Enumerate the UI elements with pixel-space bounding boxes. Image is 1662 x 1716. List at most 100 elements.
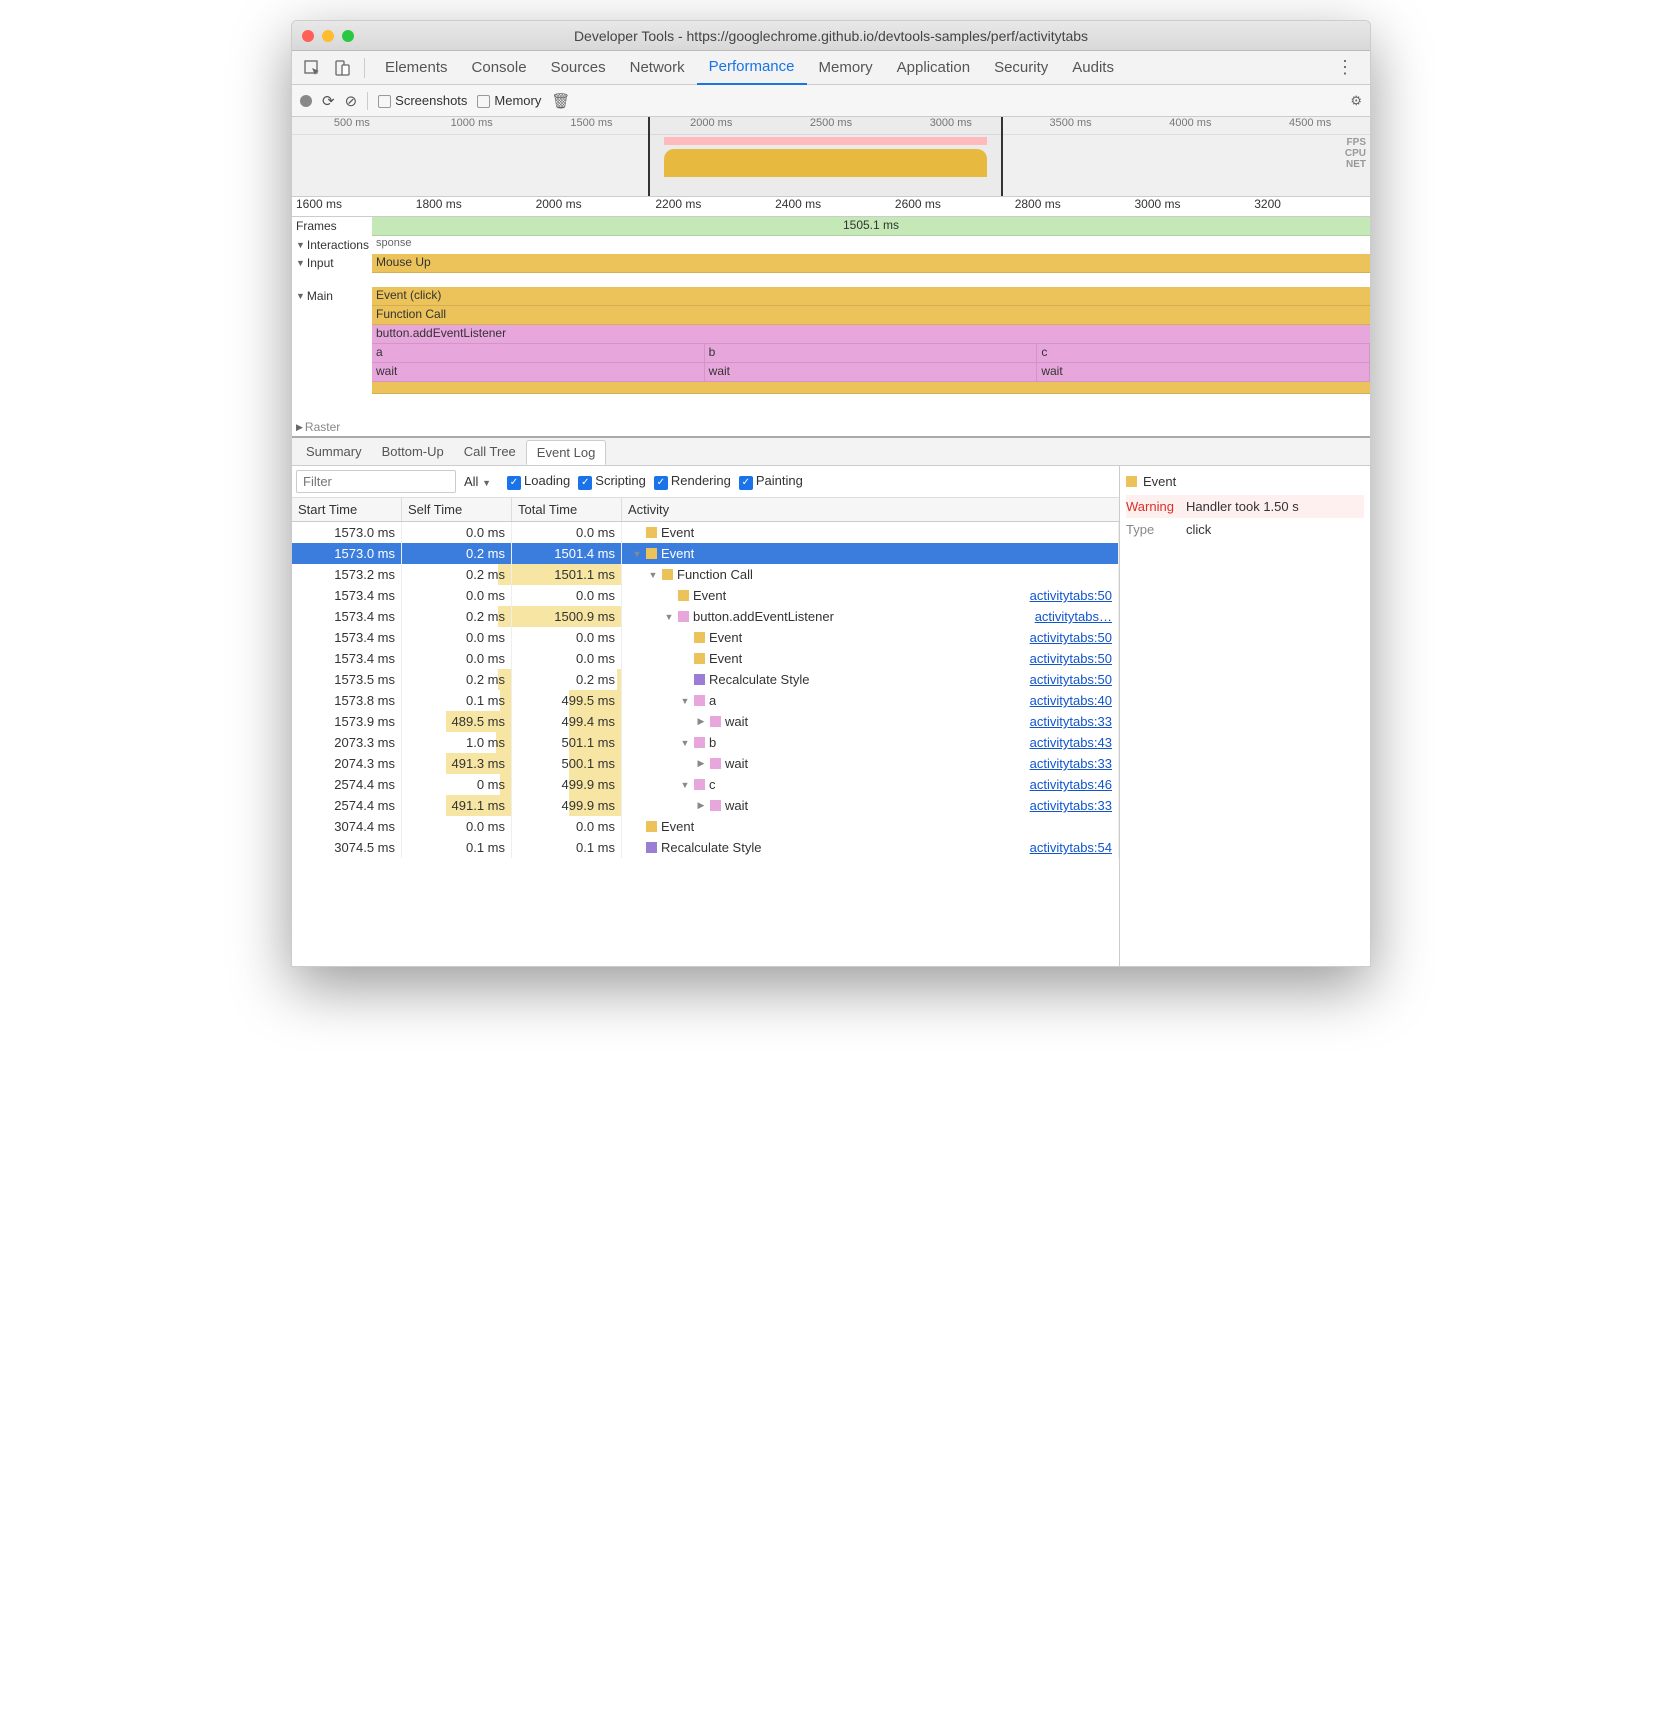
flame-bar[interactable]: a bbox=[372, 344, 705, 363]
table-row[interactable]: 1573.4 ms0.0 ms0.0 msEventactivitytabs:5… bbox=[292, 585, 1119, 606]
track-input[interactable]: ▼Input bbox=[292, 254, 372, 272]
filter-input[interactable] bbox=[296, 470, 456, 493]
event-log-header: Start Time Self Time Total Time Activity bbox=[292, 498, 1119, 522]
source-link[interactable]: activitytabs:43 bbox=[1030, 735, 1112, 750]
flame-chart[interactable]: Frames 1505.1 ms ▼Interactions sponse ▼I… bbox=[292, 217, 1370, 438]
source-link[interactable]: activitytabs:50 bbox=[1030, 630, 1112, 645]
overview-timeline[interactable]: 500 ms1000 ms1500 ms2000 ms2500 ms3000 m… bbox=[292, 117, 1370, 197]
inspect-icon[interactable] bbox=[298, 54, 326, 82]
category-scripting[interactable]: ✓Scripting bbox=[578, 473, 646, 488]
perf-toolbar: ⟳ ⊘ Screenshots Memory 🗑 ⚙ bbox=[292, 85, 1370, 117]
activity-color-icon bbox=[646, 821, 657, 832]
flame-bar[interactable] bbox=[372, 382, 1370, 394]
clear-button[interactable]: ⊘ bbox=[345, 92, 358, 110]
bottom-tab-bottom-up[interactable]: Bottom-Up bbox=[372, 440, 454, 463]
tab-performance[interactable]: Performance bbox=[697, 51, 807, 85]
category-rendering[interactable]: ✓Rendering bbox=[654, 473, 731, 488]
disclosure-icon[interactable]: ▼ bbox=[664, 612, 674, 622]
table-row[interactable]: 1573.2 ms0.2 ms1501.1 ms▼Function Call bbox=[292, 564, 1119, 585]
category-loading[interactable]: ✓Loading bbox=[507, 473, 570, 488]
bottom-tab-event-log[interactable]: Event Log bbox=[526, 440, 607, 465]
table-row[interactable]: 1573.4 ms0.0 ms0.0 msEventactivitytabs:5… bbox=[292, 648, 1119, 669]
disclosure-icon[interactable]: ▼ bbox=[680, 696, 690, 706]
col-total[interactable]: Total Time bbox=[512, 498, 622, 521]
col-self[interactable]: Self Time bbox=[402, 498, 512, 521]
tab-elements[interactable]: Elements bbox=[373, 51, 460, 85]
table-row[interactable]: 3074.4 ms0.0 ms0.0 msEvent bbox=[292, 816, 1119, 837]
table-row[interactable]: 1573.4 ms0.0 ms0.0 msEventactivitytabs:5… bbox=[292, 627, 1119, 648]
tab-memory[interactable]: Memory bbox=[807, 51, 885, 85]
source-link[interactable]: activitytabs:40 bbox=[1030, 693, 1112, 708]
table-row[interactable]: 1573.4 ms0.2 ms1500.9 ms▼button.addEvent… bbox=[292, 606, 1119, 627]
table-row[interactable]: 3074.5 ms0.1 ms0.1 msRecalculate Styleac… bbox=[292, 837, 1119, 858]
disclosure-icon[interactable]: ▶ bbox=[696, 800, 706, 811]
track-interactions[interactable]: ▼Interactions bbox=[292, 236, 372, 254]
disclosure-icon[interactable]: ▼ bbox=[680, 780, 690, 790]
category-painting[interactable]: ✓Painting bbox=[739, 473, 803, 488]
source-link[interactable]: activitytabs:33 bbox=[1030, 798, 1112, 813]
table-row[interactable]: 1573.5 ms0.2 ms0.2 msRecalculate Styleac… bbox=[292, 669, 1119, 690]
table-row[interactable]: 1573.0 ms0.2 ms1501.4 ms▼Event bbox=[292, 543, 1119, 564]
table-row[interactable]: 1573.0 ms0.0 ms0.0 msEvent bbox=[292, 522, 1119, 543]
warning-text: Handler took 1.50 s bbox=[1186, 499, 1299, 514]
table-row[interactable]: 2073.3 ms1.0 ms501.1 ms▼bactivitytabs:43 bbox=[292, 732, 1119, 753]
window-title: Developer Tools - https://googlechrome.g… bbox=[292, 28, 1370, 44]
table-row[interactable]: 1573.8 ms0.1 ms499.5 ms▼aactivitytabs:40 bbox=[292, 690, 1119, 711]
activity-color-icon bbox=[678, 611, 689, 622]
source-link[interactable]: activitytabs:50 bbox=[1030, 588, 1112, 603]
warning-label: Warning bbox=[1126, 499, 1186, 514]
trash-icon[interactable]: 🗑 bbox=[551, 92, 570, 110]
flame-bar[interactable]: button.addEventListener bbox=[372, 325, 1370, 344]
flame-bar[interactable]: b bbox=[705, 344, 1038, 363]
track-raster[interactable]: ▶Raster bbox=[292, 418, 372, 436]
source-link[interactable]: activitytabs:50 bbox=[1030, 651, 1112, 666]
track-frames[interactable]: Frames bbox=[292, 217, 372, 235]
disclosure-icon[interactable]: ▼ bbox=[648, 570, 658, 580]
flame-bar[interactable]: wait bbox=[372, 363, 705, 382]
filter-all-dropdown[interactable]: All ▼ bbox=[464, 474, 491, 489]
tab-sources[interactable]: Sources bbox=[539, 51, 618, 85]
track-main[interactable]: ▼Main bbox=[292, 287, 372, 305]
event-log-toolbar: All ▼ ✓Loading ✓Scripting ✓Rendering ✓Paint… bbox=[292, 466, 1119, 498]
disclosure-icon[interactable]: ▼ bbox=[632, 549, 642, 559]
col-activity[interactable]: Activity bbox=[622, 498, 1119, 521]
reload-button[interactable]: ⟳ bbox=[322, 92, 335, 110]
tab-application[interactable]: Application bbox=[885, 51, 982, 85]
bottom-tab-summary[interactable]: Summary bbox=[296, 440, 372, 463]
disclosure-icon[interactable]: ▶ bbox=[696, 758, 706, 769]
ruler[interactable]: 1600 ms1800 ms2000 ms2200 ms2400 ms2600 … bbox=[292, 197, 1370, 217]
tab-network[interactable]: Network bbox=[618, 51, 697, 85]
memory-checkbox[interactable]: Memory bbox=[477, 93, 541, 108]
activity-color-icon bbox=[694, 779, 705, 790]
flame-bar[interactable]: Function Call bbox=[372, 306, 1370, 325]
flame-bar[interactable]: Event (click) bbox=[372, 287, 1370, 306]
flame-bar[interactable]: wait bbox=[705, 363, 1038, 382]
table-row[interactable]: 1573.9 ms489.5 ms499.4 ms▶waitactivityta… bbox=[292, 711, 1119, 732]
source-link[interactable]: activitytabs:46 bbox=[1030, 777, 1112, 792]
tab-console[interactable]: Console bbox=[460, 51, 539, 85]
source-link[interactable]: activitytabs:50 bbox=[1030, 672, 1112, 687]
source-link[interactable]: activitytabs:33 bbox=[1030, 756, 1112, 771]
activity-color-icon bbox=[694, 737, 705, 748]
disclosure-icon[interactable]: ▼ bbox=[680, 738, 690, 748]
source-link[interactable]: activitytabs:54 bbox=[1030, 840, 1112, 855]
kebab-menu-icon[interactable]: ⋮ bbox=[1326, 57, 1364, 78]
bottom-tab-call-tree[interactable]: Call Tree bbox=[454, 440, 526, 463]
table-row[interactable]: 2574.4 ms0 ms499.9 ms▼cactivitytabs:46 bbox=[292, 774, 1119, 795]
tab-security[interactable]: Security bbox=[982, 51, 1060, 85]
record-button[interactable] bbox=[300, 95, 312, 107]
disclosure-icon[interactable]: ▶ bbox=[696, 716, 706, 727]
source-link[interactable]: activitytabs:33 bbox=[1030, 714, 1112, 729]
table-row[interactable]: 2074.3 ms491.3 ms500.1 ms▶waitactivityta… bbox=[292, 753, 1119, 774]
screenshots-checkbox[interactable]: Screenshots bbox=[378, 93, 467, 108]
flame-bar[interactable]: c bbox=[1037, 344, 1370, 363]
tab-audits[interactable]: Audits bbox=[1060, 51, 1126, 85]
flame-bar[interactable]: wait bbox=[1037, 363, 1370, 382]
col-start[interactable]: Start Time bbox=[292, 498, 402, 521]
device-icon[interactable] bbox=[328, 54, 356, 82]
source-link[interactable]: activitytabs… bbox=[1035, 609, 1112, 624]
event-color-icon bbox=[1126, 476, 1137, 487]
activity-color-icon bbox=[646, 527, 657, 538]
table-row[interactable]: 2574.4 ms491.1 ms499.9 ms▶waitactivityta… bbox=[292, 795, 1119, 816]
gear-icon[interactable]: ⚙ bbox=[1350, 93, 1362, 109]
